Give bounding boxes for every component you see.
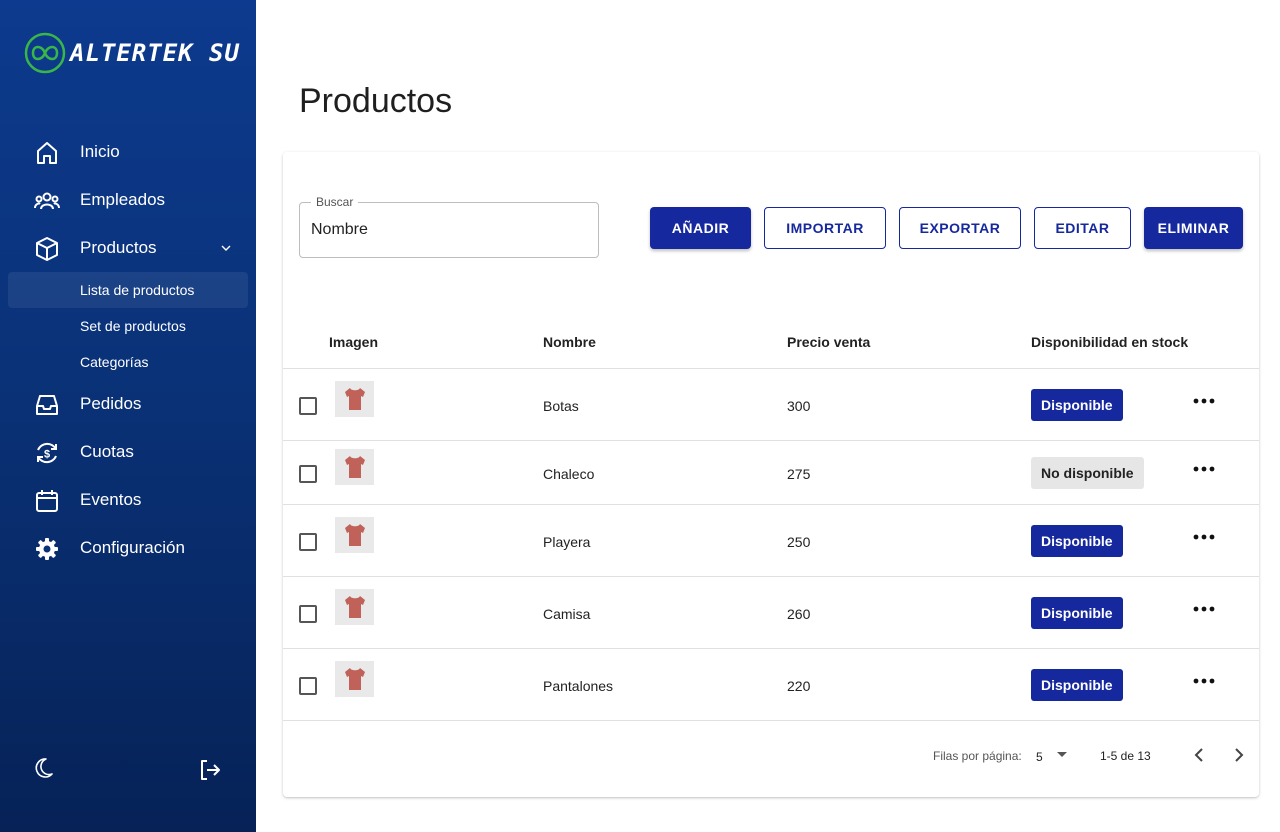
products-card: Buscar AÑADIR IMPORTAR EXPORTAR EDITAR E… bbox=[283, 152, 1259, 797]
product-image bbox=[335, 589, 374, 625]
sidebar-item-label: Empleados bbox=[80, 190, 166, 209]
column-header-disponibilidad[interactable]: Disponibilidad en stock bbox=[1031, 334, 1188, 350]
page-title: Productos bbox=[299, 82, 453, 120]
sidebar-item-label: Pedidos bbox=[80, 394, 142, 413]
more-options-icon[interactable] bbox=[1191, 459, 1217, 479]
column-header-nombre[interactable]: Nombre bbox=[543, 334, 596, 350]
product-name: Botas bbox=[543, 398, 579, 414]
pagination-range: 1-5 de 13 bbox=[1100, 749, 1151, 763]
sidebar-subitem-label: Set de productos bbox=[80, 318, 186, 334]
inbox-icon bbox=[36, 395, 58, 415]
export-button[interactable]: EXPORTAR bbox=[899, 207, 1021, 249]
status-badge: Disponible bbox=[1031, 525, 1123, 557]
home-icon bbox=[37, 142, 57, 164]
product-price: 220 bbox=[787, 678, 811, 694]
tshirt-icon bbox=[344, 668, 365, 690]
more-options-icon[interactable] bbox=[1191, 527, 1217, 547]
people-icon bbox=[34, 192, 60, 210]
sidebar: ALTERTEK SU Inicio Empleados Productos L… bbox=[0, 0, 256, 832]
sidebar-item-inicio[interactable]: Inicio bbox=[0, 132, 256, 172]
sidebar-item-cuotas[interactable]: $ Cuotas bbox=[0, 432, 256, 472]
status-badge: Disponible bbox=[1031, 669, 1123, 701]
table-row[interactable]: Botas 300 Disponible bbox=[283, 368, 1259, 440]
brand-name: ALTERTEK SU bbox=[70, 39, 240, 67]
more-options-icon[interactable] bbox=[1191, 671, 1217, 691]
sidebar-subitem-set-de-productos[interactable]: Set de productos bbox=[8, 308, 248, 344]
chevron-right-icon[interactable] bbox=[1228, 744, 1250, 766]
product-image bbox=[335, 517, 374, 553]
table-row[interactable]: Chaleco 275 No disponible bbox=[283, 440, 1259, 504]
rows-per-page-label: Filas por página: bbox=[933, 749, 1022, 763]
sidebar-subitem-categorias[interactable]: Categorías bbox=[8, 344, 248, 380]
sidebar-item-eventos[interactable]: Eventos bbox=[0, 480, 256, 520]
more-options-icon[interactable] bbox=[1191, 391, 1217, 411]
product-image bbox=[335, 381, 374, 417]
table-footer-divider bbox=[283, 720, 1259, 721]
box-icon bbox=[36, 237, 58, 261]
import-button[interactable]: IMPORTAR bbox=[764, 207, 886, 249]
tshirt-icon bbox=[344, 456, 365, 478]
row-checkbox[interactable] bbox=[299, 677, 317, 695]
brand-logo[interactable]: ALTERTEK SU bbox=[24, 32, 240, 74]
sidebar-item-configuracion[interactable]: Configuración bbox=[0, 528, 256, 568]
sidebar-item-label: Cuotas bbox=[80, 442, 134, 461]
sidebar-subitem-label: Lista de productos bbox=[80, 282, 195, 298]
status-badge: No disponible bbox=[1031, 457, 1144, 489]
sidebar-item-label: Inicio bbox=[80, 142, 120, 161]
status-badge: Disponible bbox=[1031, 597, 1123, 629]
sidebar-item-pedidos[interactable]: Pedidos bbox=[0, 384, 256, 424]
sidebar-item-empleados[interactable]: Empleados bbox=[0, 180, 256, 220]
chevron-left-icon[interactable] bbox=[1188, 744, 1210, 766]
column-header-precio-venta[interactable]: Precio venta bbox=[787, 334, 870, 350]
table-row[interactable]: Playera 250 Disponible bbox=[283, 504, 1259, 576]
product-name: Camisa bbox=[543, 606, 591, 622]
table-row[interactable]: Camisa 260 Disponible bbox=[283, 576, 1259, 648]
search-label: Buscar bbox=[311, 195, 359, 209]
row-checkbox[interactable] bbox=[299, 533, 317, 551]
sidebar-item-label: Productos bbox=[80, 238, 157, 257]
infinity-logo-icon bbox=[24, 32, 66, 74]
edit-button[interactable]: EDITAR bbox=[1034, 207, 1131, 249]
svg-text:$: $ bbox=[44, 449, 50, 461]
product-name: Pantalones bbox=[543, 678, 614, 694]
moon-icon[interactable] bbox=[34, 755, 60, 781]
status-badge: Disponible bbox=[1031, 389, 1123, 421]
delete-button[interactable]: ELIMINAR bbox=[1144, 207, 1243, 249]
row-checkbox[interactable] bbox=[299, 465, 317, 483]
product-price: 250 bbox=[787, 534, 811, 550]
chevron-down-icon[interactable] bbox=[218, 240, 234, 256]
sidebar-item-productos[interactable]: Productos bbox=[0, 228, 256, 268]
sidebar-subitem-lista-de-productos[interactable]: Lista de productos bbox=[8, 272, 248, 308]
dollar-cycle-icon: $ bbox=[37, 442, 57, 464]
product-name: Playera bbox=[543, 534, 591, 550]
more-options-icon[interactable] bbox=[1191, 599, 1217, 619]
column-header-imagen[interactable]: Imagen bbox=[329, 334, 378, 350]
gear-icon bbox=[36, 538, 58, 560]
product-price: 300 bbox=[787, 398, 811, 414]
sidebar-item-label: Configuración bbox=[80, 538, 185, 557]
sidebar-subitem-label: Categorías bbox=[80, 354, 149, 370]
table-row[interactable]: Pantalones 220 Disponible bbox=[283, 648, 1259, 720]
rows-per-page-select[interactable]: 5 bbox=[1036, 750, 1043, 764]
product-price: 260 bbox=[787, 606, 811, 622]
calendar-icon bbox=[36, 490, 58, 512]
tshirt-icon bbox=[344, 524, 365, 546]
search-field[interactable]: Buscar bbox=[299, 195, 599, 258]
sidebar-item-label: Eventos bbox=[80, 490, 142, 509]
search-input[interactable] bbox=[311, 218, 581, 242]
add-button[interactable]: AÑADIR bbox=[650, 207, 751, 249]
product-image bbox=[335, 661, 374, 697]
tshirt-icon bbox=[344, 596, 365, 618]
row-checkbox[interactable] bbox=[299, 397, 317, 415]
product-price: 275 bbox=[787, 466, 811, 482]
caret-down-icon[interactable] bbox=[1056, 751, 1068, 759]
logout-icon[interactable] bbox=[197, 757, 223, 783]
row-checkbox[interactable] bbox=[299, 605, 317, 623]
tshirt-icon bbox=[344, 388, 365, 410]
product-name: Chaleco bbox=[543, 466, 595, 482]
product-image bbox=[335, 449, 374, 485]
